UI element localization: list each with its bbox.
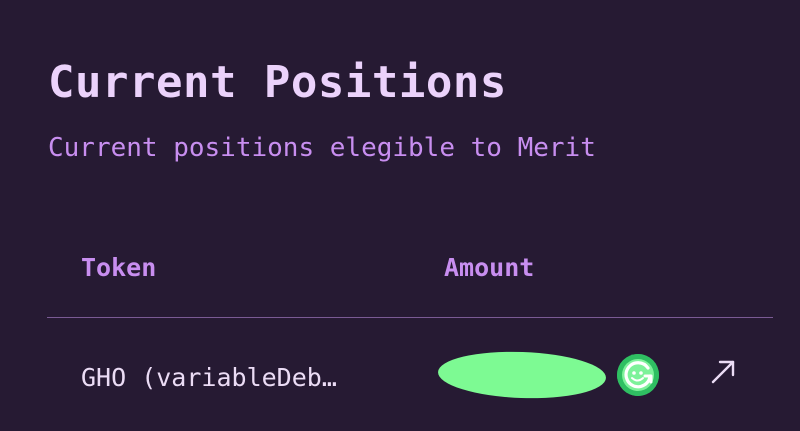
page-subtitle: Current positions elegible to Merit (48, 133, 596, 163)
external-link-arrow-icon[interactable] (708, 357, 738, 387)
column-header-token: Token (81, 253, 157, 282)
current-positions-card: Current Positions Current positions eleg… (0, 0, 800, 431)
redacted-amount (437, 349, 607, 401)
table-row[interactable]: GHO (variableDeb… (47, 318, 773, 431)
gho-token-icon (617, 354, 659, 396)
token-cell: GHO (variableDeb… (81, 363, 337, 392)
column-header-amount: Amount (444, 253, 535, 282)
page-title: Current Positions (48, 57, 507, 108)
